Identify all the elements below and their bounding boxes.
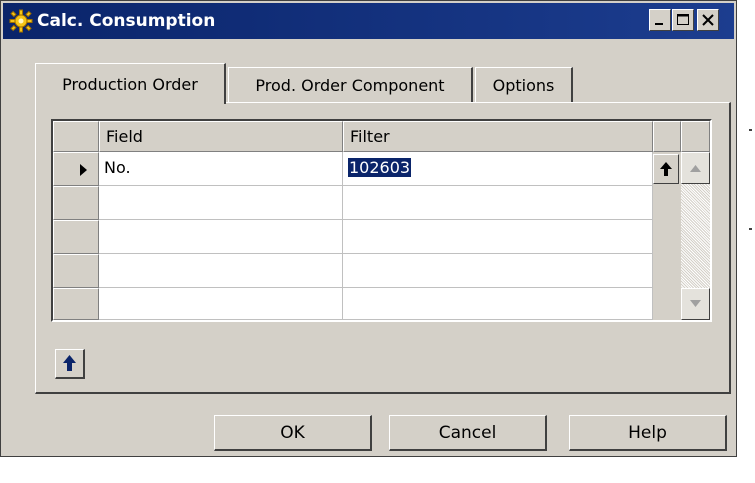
table-cell-filter[interactable]: [343, 254, 653, 288]
row-selector[interactable]: [53, 220, 99, 254]
table-cell-field[interactable]: [99, 288, 343, 320]
close-icon: [702, 14, 714, 26]
minimize-button[interactable]: [649, 9, 671, 31]
help-button[interactable]: Help: [569, 415, 727, 451]
tab-prod-order-component[interactable]: Prod. Order Component: [228, 67, 473, 103]
cancel-button[interactable]: Cancel: [389, 415, 547, 451]
background-edge-mark: [749, 129, 752, 131]
row-header-corner: [53, 121, 99, 152]
filter-value-selected[interactable]: 102603: [348, 158, 412, 177]
tab-production-order[interactable]: Production Order: [35, 63, 226, 104]
column-header-filter[interactable]: Filter: [343, 121, 653, 152]
calc-consumption-dialog: Calc. Consumption Production Order Prod.…: [0, 0, 737, 457]
sort-up-icon: [63, 355, 76, 371]
column-header-field[interactable]: Field: [99, 121, 343, 152]
scroll-down-icon: [690, 300, 701, 307]
lookup-arrow-icon: [660, 162, 672, 176]
table-cell-filter[interactable]: [343, 186, 653, 220]
table-cell-field[interactable]: No.: [99, 152, 343, 186]
minimize-icon: [655, 23, 663, 25]
row-selector[interactable]: [53, 254, 99, 288]
table-cell-field[interactable]: [99, 220, 343, 254]
row-selector[interactable]: [53, 288, 99, 320]
close-button[interactable]: [697, 9, 719, 31]
title-bar[interactable]: Calc. Consumption: [3, 3, 734, 39]
background-edge-mark: [749, 228, 752, 230]
app-gear-icon: [9, 9, 33, 33]
window-title: Calc. Consumption: [37, 11, 216, 31]
lookup-button[interactable]: [653, 154, 679, 184]
table-cell-filter[interactable]: 102603: [343, 152, 653, 186]
table-cell-field[interactable]: [99, 254, 343, 288]
column-header-scroll: [681, 121, 710, 152]
row-selector[interactable]: [53, 186, 99, 220]
table-cell-filter[interactable]: [343, 288, 653, 320]
tab-options[interactable]: Options: [475, 67, 573, 103]
row-pointer-icon: [80, 164, 87, 176]
scroll-up-icon: [690, 165, 701, 172]
sort-up-button[interactable]: [55, 349, 85, 379]
column-header-extra: [653, 121, 681, 152]
scroll-up-button[interactable]: [681, 152, 710, 184]
maximize-icon: [677, 14, 689, 25]
table-cell-filter[interactable]: [343, 220, 653, 254]
filter-table: Field Filter No. 102603: [51, 119, 712, 322]
scroll-down-button[interactable]: [681, 288, 710, 320]
ok-button[interactable]: OK: [214, 415, 372, 451]
table-cell-field[interactable]: [99, 186, 343, 220]
maximize-button[interactable]: [672, 9, 694, 31]
row-selector[interactable]: [53, 152, 99, 186]
